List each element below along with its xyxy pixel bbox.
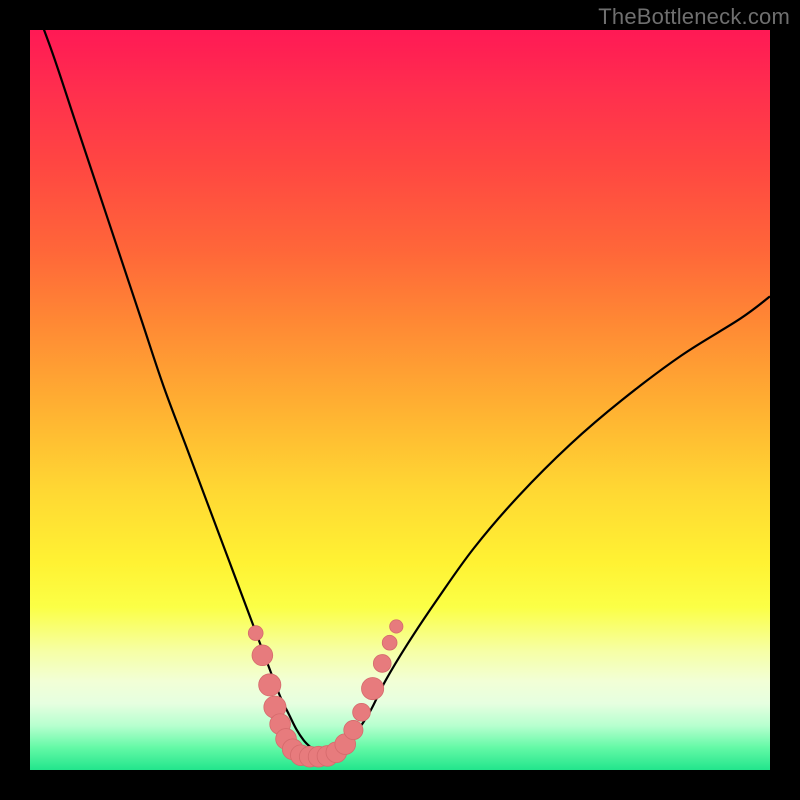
curve-marker (390, 620, 403, 633)
curve-marker (362, 678, 384, 700)
curve-marker (373, 655, 391, 673)
curve-marker (344, 720, 363, 739)
curve-marker (382, 635, 397, 650)
bottleneck-curve-path (30, 30, 770, 755)
curve-markers (248, 620, 403, 767)
curve-marker (252, 645, 273, 666)
curve-marker (248, 626, 263, 641)
watermark-text: TheBottleneck.com (598, 4, 790, 30)
chart-frame: TheBottleneck.com (0, 0, 800, 800)
curve-marker (353, 703, 371, 721)
plot-area (30, 30, 770, 770)
curve-marker (259, 674, 281, 696)
bottleneck-chart (30, 30, 770, 770)
